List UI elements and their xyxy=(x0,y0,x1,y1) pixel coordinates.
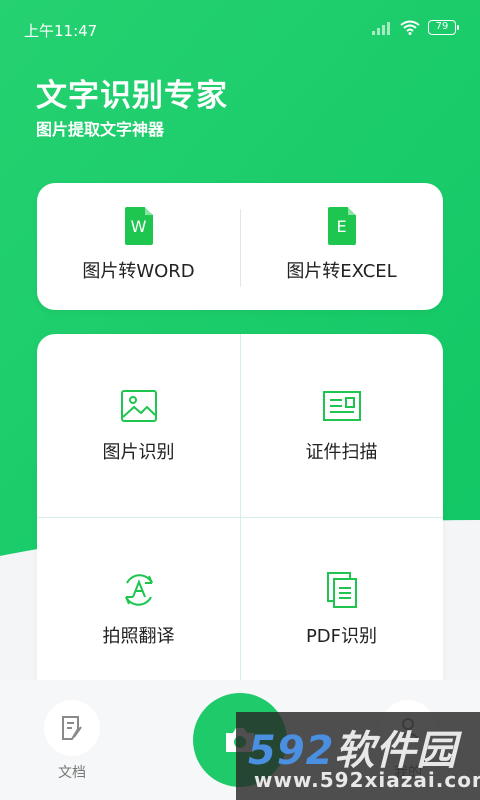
signal-icon xyxy=(372,21,390,35)
document-icon xyxy=(62,716,82,740)
battery-icon: 79 xyxy=(428,20,459,35)
site-watermark: 592软件园 www.592xiazai.com xyxy=(236,712,480,800)
pdf-recognition-label: PDF识别 xyxy=(305,626,378,647)
image-to-excel-button[interactable]: E 图片转EXCEL xyxy=(240,207,443,283)
watermark-url: www.592xiazai.com xyxy=(254,768,480,792)
image-recognition-button[interactable]: 图片识别 xyxy=(37,386,240,464)
photo-translate-button[interactable]: 拍照翻译 xyxy=(37,570,240,648)
wifi-icon xyxy=(400,20,420,35)
translate-icon xyxy=(124,574,153,606)
image-to-word-button[interactable]: W 图片转WORD xyxy=(37,207,240,283)
image-to-word-label: 图片转WORD xyxy=(82,261,195,282)
app-subtitle: 图片提取文字神器 xyxy=(36,120,165,139)
word-doc-icon: W xyxy=(124,207,153,245)
image-to-excel-label: 图片转EXCEL xyxy=(286,261,397,282)
image-icon xyxy=(120,390,157,422)
status-time: 上午11:47 xyxy=(24,22,98,40)
tab-documents-circle xyxy=(44,700,100,756)
pdf-doc-icon xyxy=(326,572,357,608)
id-scan-label: 证件扫描 xyxy=(305,442,378,463)
tab-documents[interactable]: 文档 xyxy=(44,700,100,782)
excel-doc-icon: E xyxy=(327,207,356,245)
id-card-icon xyxy=(322,391,361,421)
status-icons: 79 xyxy=(372,20,459,35)
photo-translate-label: 拍照翻译 xyxy=(102,626,175,647)
tab-documents-label: 文档 xyxy=(58,765,86,781)
image-recognition-label: 图片识别 xyxy=(102,442,175,463)
feature-grid: 图片识别 证件扫描 拍照翻译 PDF识别 xyxy=(37,334,443,680)
grid-divider-horizontal xyxy=(37,517,443,518)
id-scan-button[interactable]: 证件扫描 xyxy=(240,386,443,464)
convert-card: W 图片转WORD E 图片转EXCEL xyxy=(37,183,443,310)
status-bar: 上午11:47 79 xyxy=(0,0,480,56)
app-title: 文字识别专家 xyxy=(36,78,228,114)
pdf-recognition-button[interactable]: PDF识别 xyxy=(240,570,443,648)
